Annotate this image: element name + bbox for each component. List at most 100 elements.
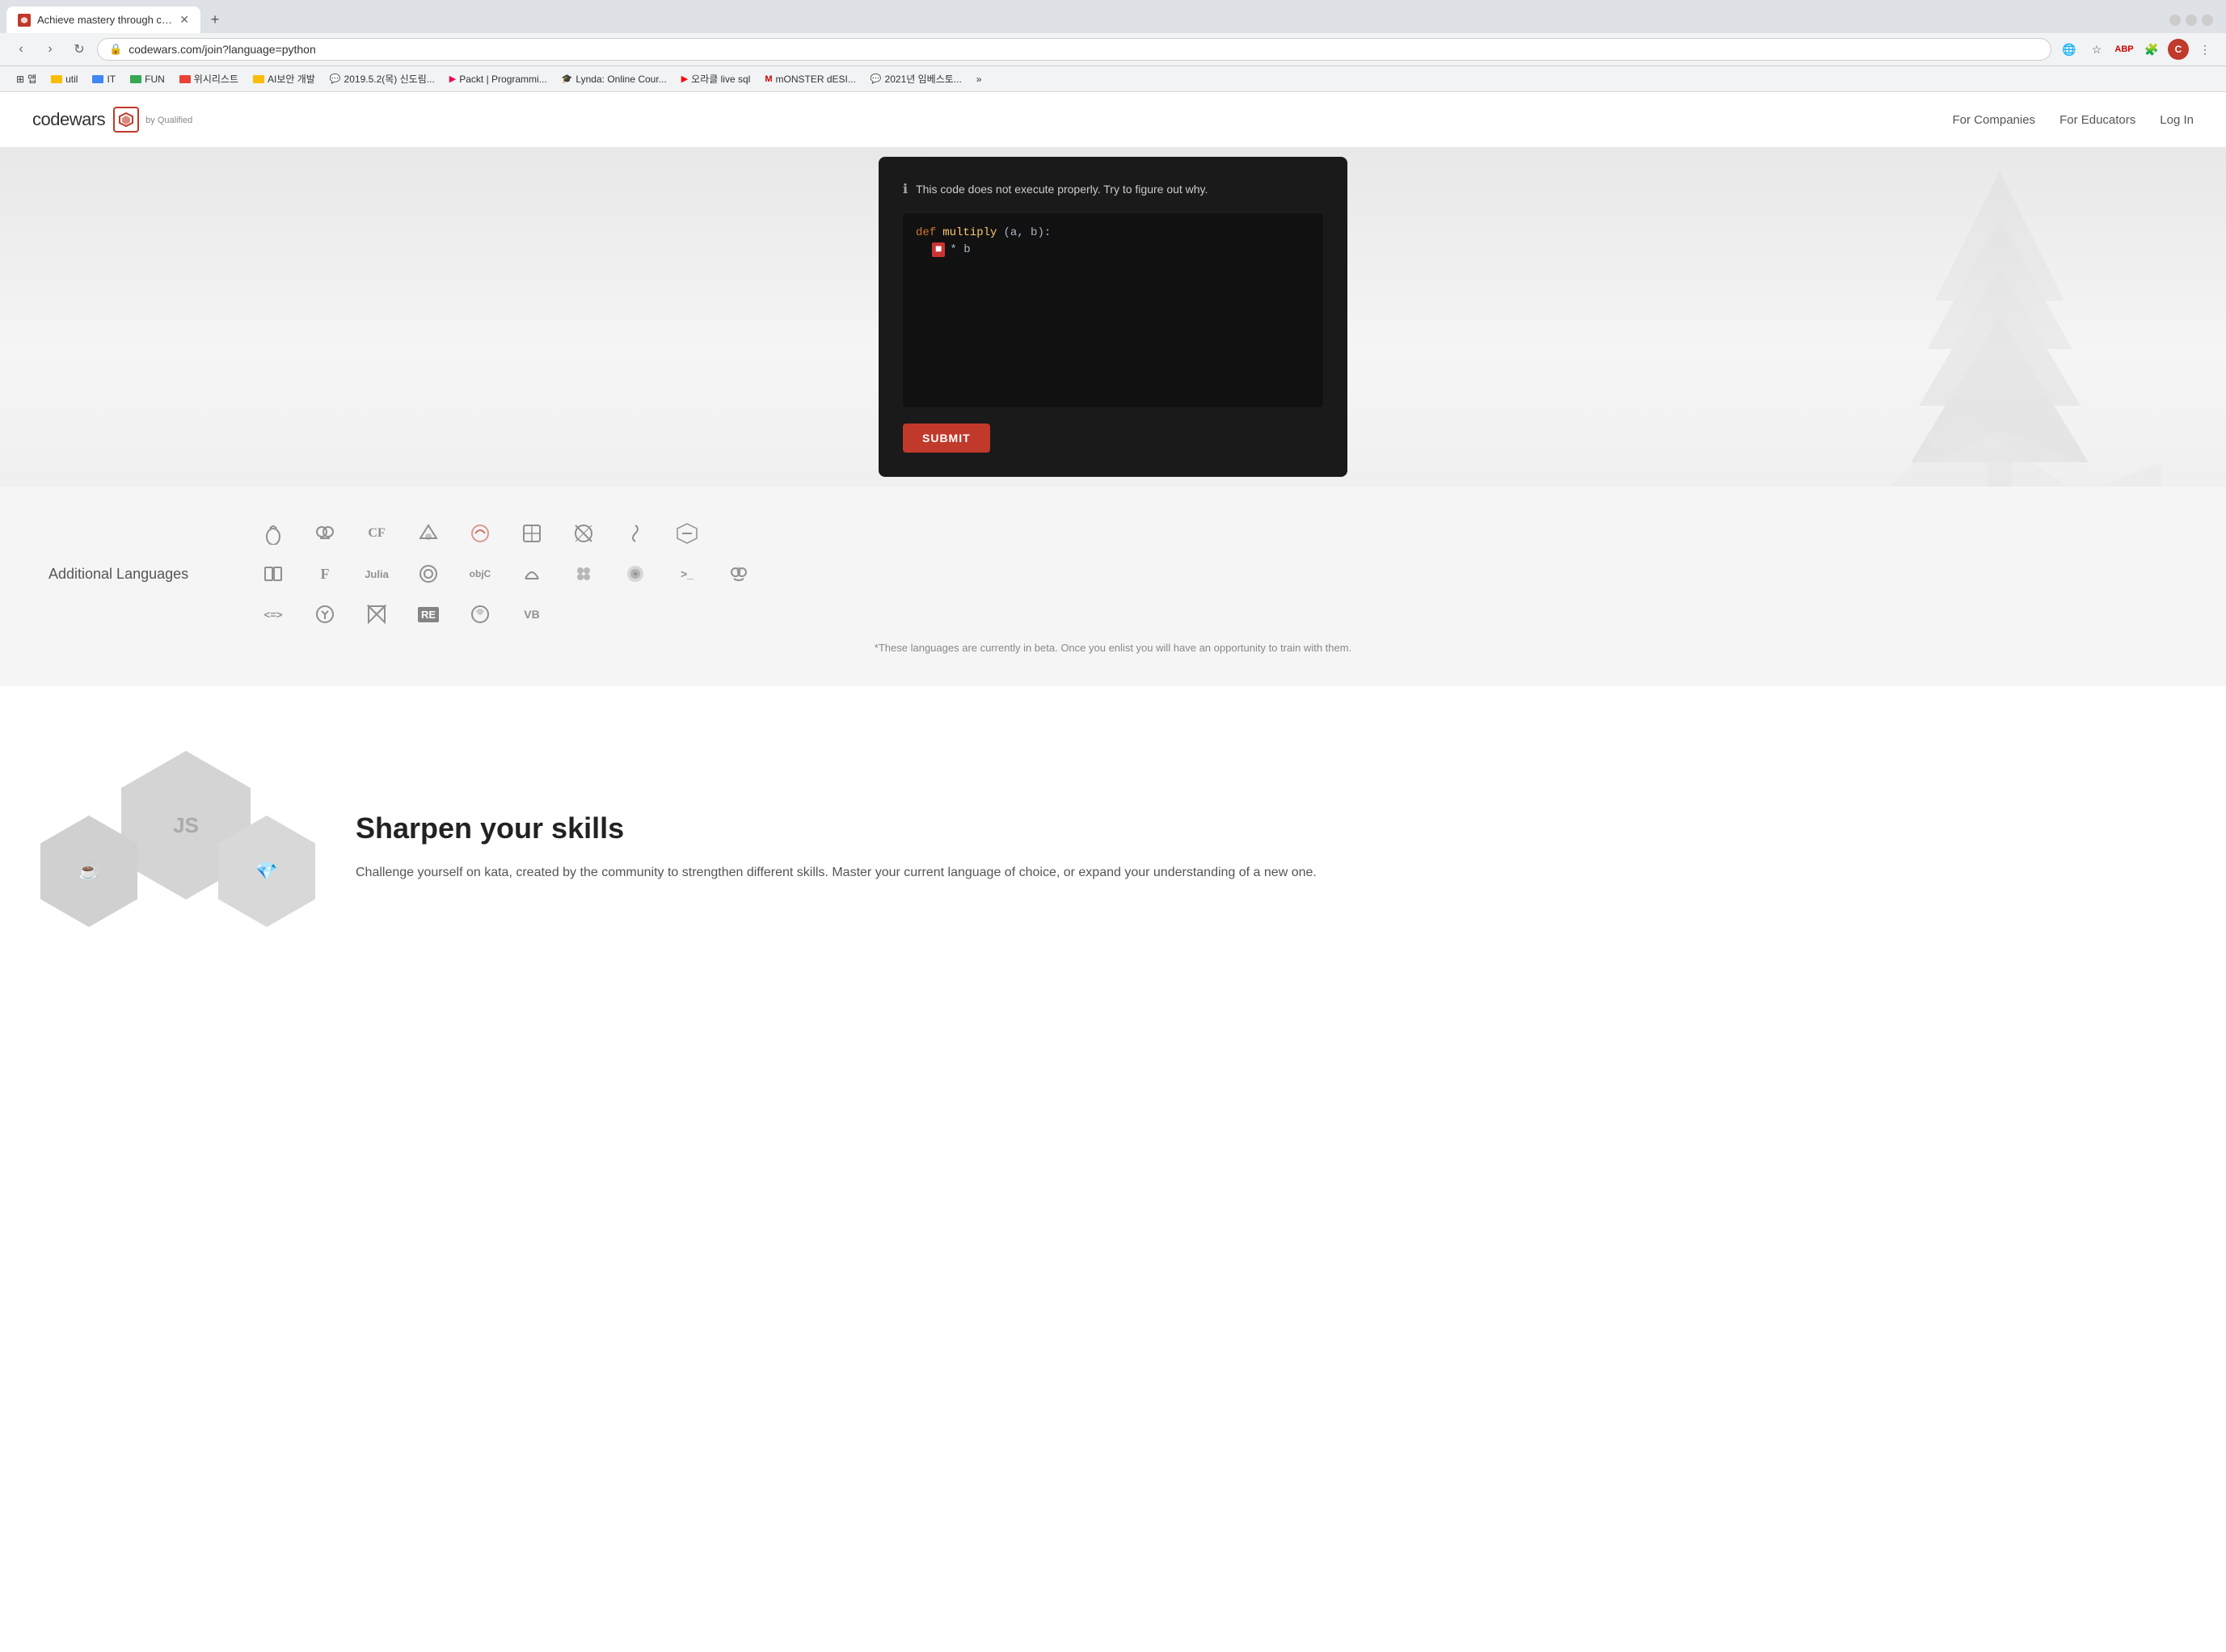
window-controls	[2169, 15, 2220, 26]
security-lock-icon: 🔒	[109, 43, 122, 56]
info-icon: ℹ	[903, 181, 908, 197]
tab-close-button[interactable]: ✕	[179, 13, 189, 27]
translate-button[interactable]: 🌐	[2058, 38, 2081, 61]
lang-julia-icon[interactable]: Julia	[362, 559, 391, 588]
code-line-1: def multiply(a, b):	[916, 226, 1310, 239]
lang-cobol-icon[interactable]	[259, 559, 288, 588]
browser-window: Achieve mastery through challe... ✕ + ‹ …	[0, 0, 2226, 92]
navigation-bar: ‹ › ↻ 🔒 🌐 ☆ ABP 🧩 C ⋮	[0, 33, 2226, 66]
bookmark-lynda[interactable]: 🎓 Lynda: Online Cour...	[555, 71, 673, 87]
language-row-3: <=> RE VB	[259, 600, 2178, 629]
back-button[interactable]: ‹	[10, 38, 32, 61]
bookmark-folder-icon	[253, 75, 264, 83]
bookmark-apps[interactable]: ⊞ 앱	[10, 70, 43, 88]
site-navbar: codewars by Qualified For Companies For …	[0, 92, 2226, 147]
tab-title: Achieve mastery through challe...	[37, 14, 173, 26]
bookmark-folder-icon	[179, 75, 191, 83]
code-line-2: ■ * b	[916, 242, 1310, 257]
monster-icon: M	[765, 74, 772, 84]
bookmark-ai[interactable]: AI보안 개발	[247, 70, 322, 88]
reload-button[interactable]: ↻	[68, 38, 91, 61]
language-row-2: F Julia objC	[259, 559, 2178, 588]
bookmark-oracle[interactable]: ▶ 오라클 live sql	[675, 70, 757, 88]
lang-elixir-icon[interactable]	[259, 519, 288, 548]
lang-rescript-icon[interactable]: RE	[414, 600, 443, 629]
bookmark-more[interactable]: »	[970, 71, 989, 87]
lang-brainfuck-icon[interactable]	[310, 519, 339, 548]
menu-button[interactable]: ⋮	[2194, 38, 2216, 61]
close-button[interactable]	[2202, 15, 2213, 26]
bookmark-folder-icon	[130, 75, 141, 83]
nav-for-educators[interactable]: For Educators	[2059, 113, 2135, 127]
lang-pharo-icon[interactable]	[621, 559, 650, 588]
lang-music-icon[interactable]	[621, 519, 650, 548]
lang-clojure-icon[interactable]	[414, 559, 443, 588]
bookmark-2021[interactable]: 💬 2021년 임베스토...	[864, 70, 968, 88]
logo-icon	[113, 107, 139, 133]
languages-section: Additional Languages CF	[0, 487, 2226, 686]
sharpen-text: Sharpen your skills Challenge yourself o…	[356, 811, 2178, 883]
lang-factor-icon[interactable]	[569, 559, 598, 588]
lang-cf-icon[interactable]: CF	[362, 519, 391, 548]
hex-display: JS ☕ 💎	[48, 735, 323, 961]
lang-clojurescript-icon[interactable]: <=>	[259, 600, 288, 629]
lang-ballerina-icon[interactable]	[466, 519, 495, 548]
lang-kotlin-icon[interactable]	[362, 600, 391, 629]
languages-label: Additional Languages	[48, 566, 210, 583]
lang-agda-icon[interactable]	[517, 519, 546, 548]
minimize-button[interactable]	[2169, 15, 2181, 26]
nav-for-companies[interactable]: For Companies	[1953, 113, 2036, 127]
tab-favicon	[18, 14, 31, 27]
lang-reason-icon[interactable]	[310, 600, 339, 629]
lang-objc-icon[interactable]: objC	[466, 559, 495, 588]
url-input[interactable]	[129, 43, 2039, 56]
sharpen-section: JS ☕ 💎 Sharpen your skills Challenge you…	[0, 686, 2226, 1009]
tab-bar: Achieve mastery through challe... ✕ +	[0, 0, 2226, 33]
lang-typescript-icon[interactable]	[672, 519, 702, 548]
lang-groovy-icon[interactable]	[517, 559, 546, 588]
adblock-button[interactable]: ABP	[2113, 38, 2135, 61]
address-bar[interactable]: 🔒	[97, 38, 2051, 61]
function-args: (a, b):	[1003, 226, 1051, 239]
bookmark-it[interactable]: IT	[86, 71, 122, 87]
lang-vb-icon[interactable]: VB	[517, 600, 546, 629]
lang-forth-icon[interactable]: F	[310, 559, 339, 588]
sharpen-description: Challenge yourself on kata, created by t…	[356, 862, 2178, 883]
forward-button[interactable]: ›	[39, 38, 61, 61]
page-content: codewars by Qualified For Companies For …	[0, 92, 2226, 1009]
nav-log-in[interactable]: Log In	[2160, 113, 2194, 127]
site-logo[interactable]: codewars by Qualified	[32, 107, 192, 133]
lang-shell-icon[interactable]: >_	[672, 559, 702, 588]
extensions-button[interactable]: 🧩	[2140, 38, 2163, 61]
bookmark-packt[interactable]: ▶ Packt | Programmi...	[443, 71, 554, 87]
hex-ruby-label: 💎	[255, 861, 277, 882]
lang-nim-icon[interactable]	[414, 519, 443, 548]
kakao-icon: 💬	[330, 74, 341, 84]
hero-section: ℹ This code does not execute properly. T…	[0, 147, 2226, 487]
active-tab[interactable]: Achieve mastery through challe... ✕	[6, 6, 200, 33]
code-editor[interactable]: def multiply(a, b): ■ * b	[903, 213, 1323, 407]
new-tab-button[interactable]: +	[204, 9, 226, 32]
bookmark-button[interactable]: ☆	[2085, 38, 2108, 61]
submit-button[interactable]: SUBMIT	[903, 424, 990, 453]
maximize-button[interactable]	[2186, 15, 2197, 26]
bookmark-monster[interactable]: M mONSTER dESI...	[758, 71, 862, 87]
browser-action-buttons: 🌐 ☆ ABP 🧩 C ⋮	[2058, 38, 2216, 61]
error-character: ■	[932, 242, 945, 257]
hero-content: ℹ This code does not execute properly. T…	[0, 157, 2226, 477]
lang-raku-icon[interactable]	[466, 600, 495, 629]
bookmark-2019[interactable]: 💬 2019.5.2(목) 신도림...	[323, 70, 441, 88]
bookmark-util[interactable]: util	[44, 71, 84, 87]
bookmark-fun[interactable]: FUN	[124, 71, 171, 87]
code-card-info: ℹ This code does not execute properly. T…	[903, 181, 1323, 197]
bookmark-folder-icon	[51, 75, 62, 83]
packt-icon: ▶	[449, 74, 456, 84]
language-icons-container: CF	[259, 519, 2178, 629]
hex-group: JS ☕ 💎	[48, 735, 307, 961]
function-name: multiply	[942, 226, 997, 239]
lang-owl-icon[interactable]	[724, 559, 753, 588]
hex-coffee-label: ☕	[78, 861, 99, 882]
bookmark-wishlist[interactable]: 위시리스트	[173, 70, 245, 88]
profile-button[interactable]: C	[2168, 39, 2189, 60]
lang-dart-icon[interactable]	[569, 519, 598, 548]
